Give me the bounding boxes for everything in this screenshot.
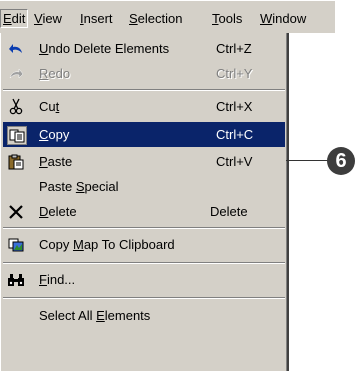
menu-view[interactable]: View xyxy=(34,10,62,27)
delete-label: elete xyxy=(48,204,77,219)
menu-window-label: indow xyxy=(272,11,307,26)
menu-insert-label: nsert xyxy=(83,11,113,26)
cut-mnemonic: t xyxy=(55,99,60,114)
menu-selection[interactable]: Selection xyxy=(129,10,182,27)
menu-item-redo: Redo Ctrl+Y xyxy=(1,61,287,86)
menu-selection-mnemonic: S xyxy=(129,11,138,26)
clipboard-icon xyxy=(7,153,25,170)
menu-view-label: iew xyxy=(42,11,62,26)
select-all-mnemonic: E xyxy=(96,308,105,323)
scissors-icon xyxy=(7,98,25,115)
menu-item-copy-map[interactable]: Copy Map To Clipboard xyxy=(1,232,287,257)
menu-separator xyxy=(3,89,285,91)
menu-separator xyxy=(3,227,285,229)
menu-tools-label: ools xyxy=(218,11,243,26)
find-label: ind... xyxy=(46,272,76,287)
menu-edit[interactable]: Edit xyxy=(0,9,29,28)
cut-label: Cu xyxy=(39,99,56,114)
redo-label: edo xyxy=(48,66,71,81)
copy-map-icon xyxy=(7,236,25,253)
menu-edit-label: dit xyxy=(11,11,26,26)
paste-label: aste xyxy=(47,154,73,169)
paste-shortcut: Ctrl+V xyxy=(216,154,253,169)
menu-separator xyxy=(3,297,285,299)
menu-insert[interactable]: Insert xyxy=(80,10,113,27)
undo-icon xyxy=(7,40,25,57)
redo-mnemonic: R xyxy=(39,66,49,81)
menu-item-cut[interactable]: Cut Ctrl+X xyxy=(1,94,287,119)
delete-shortcut: Delete xyxy=(210,204,248,219)
menu-window-mnemonic: W xyxy=(260,11,273,26)
menu-tools[interactable]: Tools xyxy=(212,10,242,27)
menu-item-delete[interactable]: Delete Delete xyxy=(1,199,287,224)
menu-bar: Edit View Insert Selection Tools Window xyxy=(0,0,335,33)
copy-label: opy xyxy=(48,127,70,142)
menu-item-paste[interactable]: Paste Ctrl+V xyxy=(1,149,287,174)
find-mnemonic: F xyxy=(39,272,47,287)
delete-mnemonic: D xyxy=(39,204,49,219)
paste-special-mnemonic: S xyxy=(75,179,85,194)
edit-dropdown-menu: Undo Delete Elements Ctrl+Z Redo Ctrl+Y … xyxy=(0,33,289,371)
menu-item-copy[interactable]: Copy Ctrl+C xyxy=(3,122,285,147)
redo-shortcut: Ctrl+Y xyxy=(216,66,253,81)
copy-map-label: Copy xyxy=(39,237,73,252)
copy-shortcut: Ctrl+C xyxy=(216,127,254,142)
copy-mnemonic: C xyxy=(39,127,49,142)
callout-leader-line xyxy=(286,160,329,161)
delete-x-icon xyxy=(7,203,25,220)
copy-icon xyxy=(7,126,27,145)
step-callout-badge: 6 xyxy=(327,147,355,175)
menu-selection-label: election xyxy=(137,11,183,26)
paste-special-label: Paste xyxy=(39,179,76,194)
select-all-label: Select All xyxy=(39,308,97,323)
binoculars-icon xyxy=(7,271,25,288)
menu-item-paste-special[interactable]: Paste Special xyxy=(1,174,287,199)
menu-item-select-all[interactable]: Select All Elements xyxy=(1,303,287,328)
menu-item-find[interactable]: Find... xyxy=(1,267,287,292)
menu-separator xyxy=(3,262,285,264)
paste-mnemonic: P xyxy=(39,154,48,169)
undo-shortcut: Ctrl+Z xyxy=(216,41,252,56)
copy-map-mnemonic: M xyxy=(72,237,84,252)
menu-item-undo[interactable]: Undo Delete Elements Ctrl+Z xyxy=(1,36,287,61)
cut-shortcut: Ctrl+X xyxy=(216,99,253,114)
undo-label: ndo Delete Elements xyxy=(48,41,170,56)
menu-edit-mnemonic: E xyxy=(3,11,12,26)
undo-mnemonic: U xyxy=(39,41,49,56)
redo-icon xyxy=(7,65,25,82)
menu-window[interactable]: Window xyxy=(260,10,306,27)
